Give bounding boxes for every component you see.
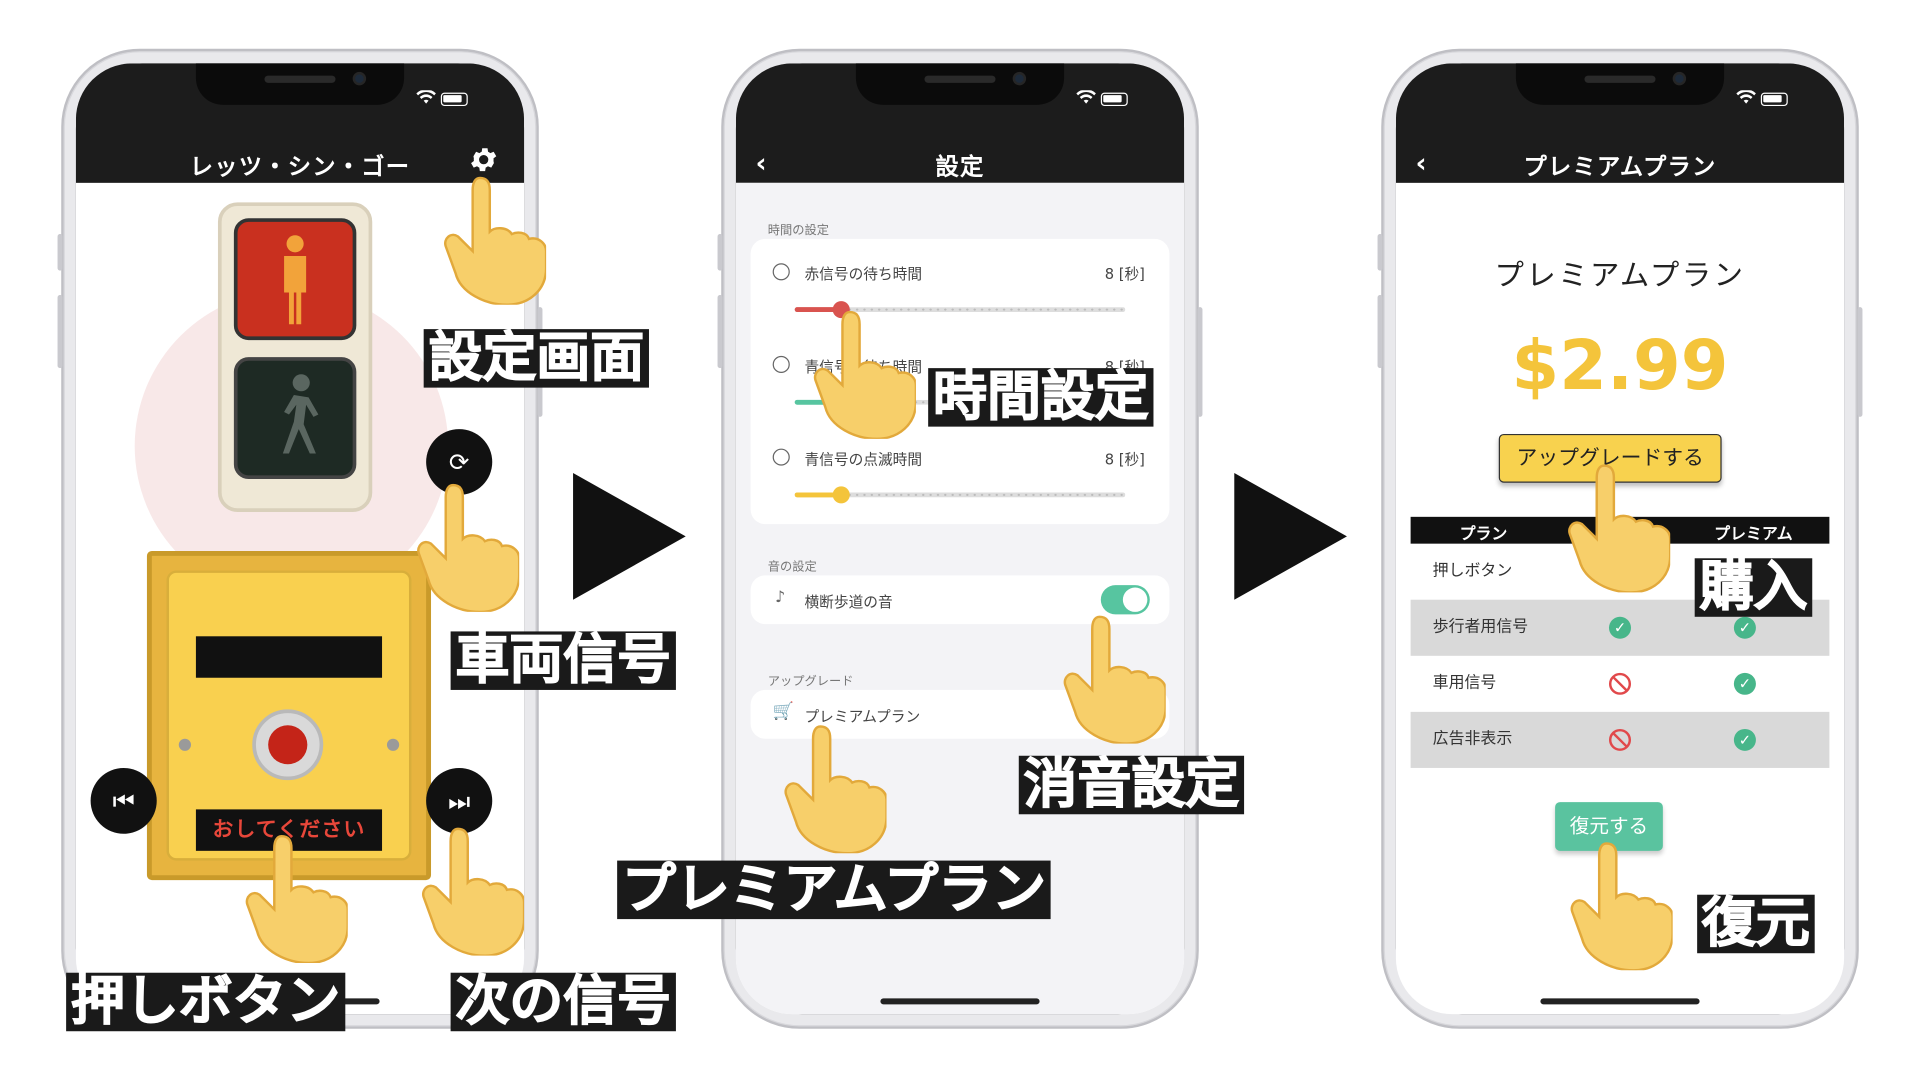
row-feature: 車用信号: [1432, 674, 1497, 693]
check-icon: [1733, 728, 1756, 751]
home-indicator: [880, 998, 1040, 1005]
prohibited-icon: [1608, 728, 1632, 751]
push-button[interactable]: [252, 709, 324, 781]
pointing-hand-icon: [784, 725, 887, 854]
battery-icon: [1760, 92, 1788, 107]
display-slot: [195, 636, 383, 678]
prohibited-icon: [1608, 672, 1632, 695]
wifi-icon: [1076, 90, 1096, 104]
table-row: 車用信号: [1411, 656, 1830, 712]
pedestrian-signal: [217, 202, 373, 512]
nav-bar: ‹ プレミアムプラン: [1395, 63, 1845, 183]
header-plan: プラン: [1459, 525, 1508, 544]
walking-person-icon: [282, 374, 319, 454]
price: $2.99: [1511, 326, 1729, 406]
battery-icon: [1100, 92, 1128, 107]
flow-arrow-icon: [573, 472, 686, 600]
callout-push-button: 押しボタン: [66, 972, 346, 1032]
nav-bar: ‹ 設定: [735, 63, 1185, 183]
table-row: 広告非表示: [1410, 711, 1830, 768]
pointing-hand-icon: [813, 310, 916, 439]
flow-arrow-icon: [1234, 472, 1347, 600]
wifi-icon: [416, 90, 436, 104]
clock-icon: [772, 263, 790, 281]
callout-vehicle-signal: 車両信号: [450, 631, 676, 690]
row-label: 赤信号の待ち時間: [804, 265, 923, 283]
pointing-hand-icon: [421, 827, 525, 956]
callout-mute-setting: 消音設定: [1018, 755, 1245, 815]
pointing-hand-icon: [1063, 615, 1166, 744]
callout-next-signal: 次の信号: [450, 972, 676, 1032]
check-icon: [1733, 672, 1756, 695]
standing-person-icon: [284, 235, 307, 325]
pointing-hand-icon: [444, 176, 547, 305]
sound-label: 横断歩道の音: [804, 593, 893, 611]
pointing-hand-icon: [417, 483, 520, 612]
row-value: 8 [秒]: [1104, 451, 1145, 469]
clock-icon: [772, 355, 790, 374]
row-feature: 押しボタン: [1432, 561, 1513, 581]
previous-button[interactable]: ⏮: [90, 767, 157, 834]
clock-icon: [772, 448, 790, 466]
red-lamp: [233, 218, 357, 341]
nav-bar: レッツ・シン・ゴー: [75, 63, 525, 183]
callout-time-setting: 時間設定: [928, 368, 1154, 427]
section-time-header: 時間の設定: [767, 224, 829, 238]
callout-restore: 復元: [1697, 894, 1815, 954]
check-icon: [1733, 616, 1756, 639]
section-sound-header: 音の設定: [767, 560, 817, 575]
screw: [386, 738, 400, 751]
refresh-icon: ⟳: [448, 447, 470, 477]
callout-premium-plan: プレミアムプラン: [617, 860, 1051, 920]
header-premium: プレミアム: [1714, 525, 1793, 544]
green-lamp: [233, 357, 357, 480]
promo-canvas: レッツ・シン・ゴー ⟳ おしてください ⏮ ⏭ ‹ 設定 時間の設定 赤信号の待…: [0, 0, 1920, 1080]
callout-purchase: 購入: [1694, 558, 1813, 617]
music-note-icon: ♪: [775, 588, 786, 608]
settings-title: 設定: [935, 153, 985, 181]
wifi-icon: [1736, 90, 1756, 104]
premium-nav-title: プレミアムプラン: [1523, 153, 1717, 181]
screw: [178, 738, 192, 751]
row-value: 8 [秒]: [1104, 265, 1145, 283]
check-icon: [1608, 616, 1632, 639]
section-upgrade-header: アップグレード: [767, 675, 854, 689]
pointing-hand-icon: [245, 834, 348, 963]
pointing-hand-icon: [1568, 464, 1671, 593]
pointing-hand-icon: [1570, 842, 1673, 971]
row-label: 青信号の点滅時間: [804, 451, 923, 469]
skip-next-icon: ⏭: [448, 786, 471, 816]
battery-icon: [440, 92, 468, 107]
home-indicator: [1540, 998, 1700, 1005]
row-feature: 歩行者用信号: [1432, 618, 1529, 637]
premium-heading: プレミアムプラン: [1494, 258, 1746, 293]
row-feature: 広告非表示: [1432, 730, 1513, 749]
green-blink-slider[interactable]: [794, 486, 1126, 504]
skip-previous-icon: ⏮: [112, 786, 135, 816]
callout-settings-screen: 設定画面: [423, 329, 649, 388]
